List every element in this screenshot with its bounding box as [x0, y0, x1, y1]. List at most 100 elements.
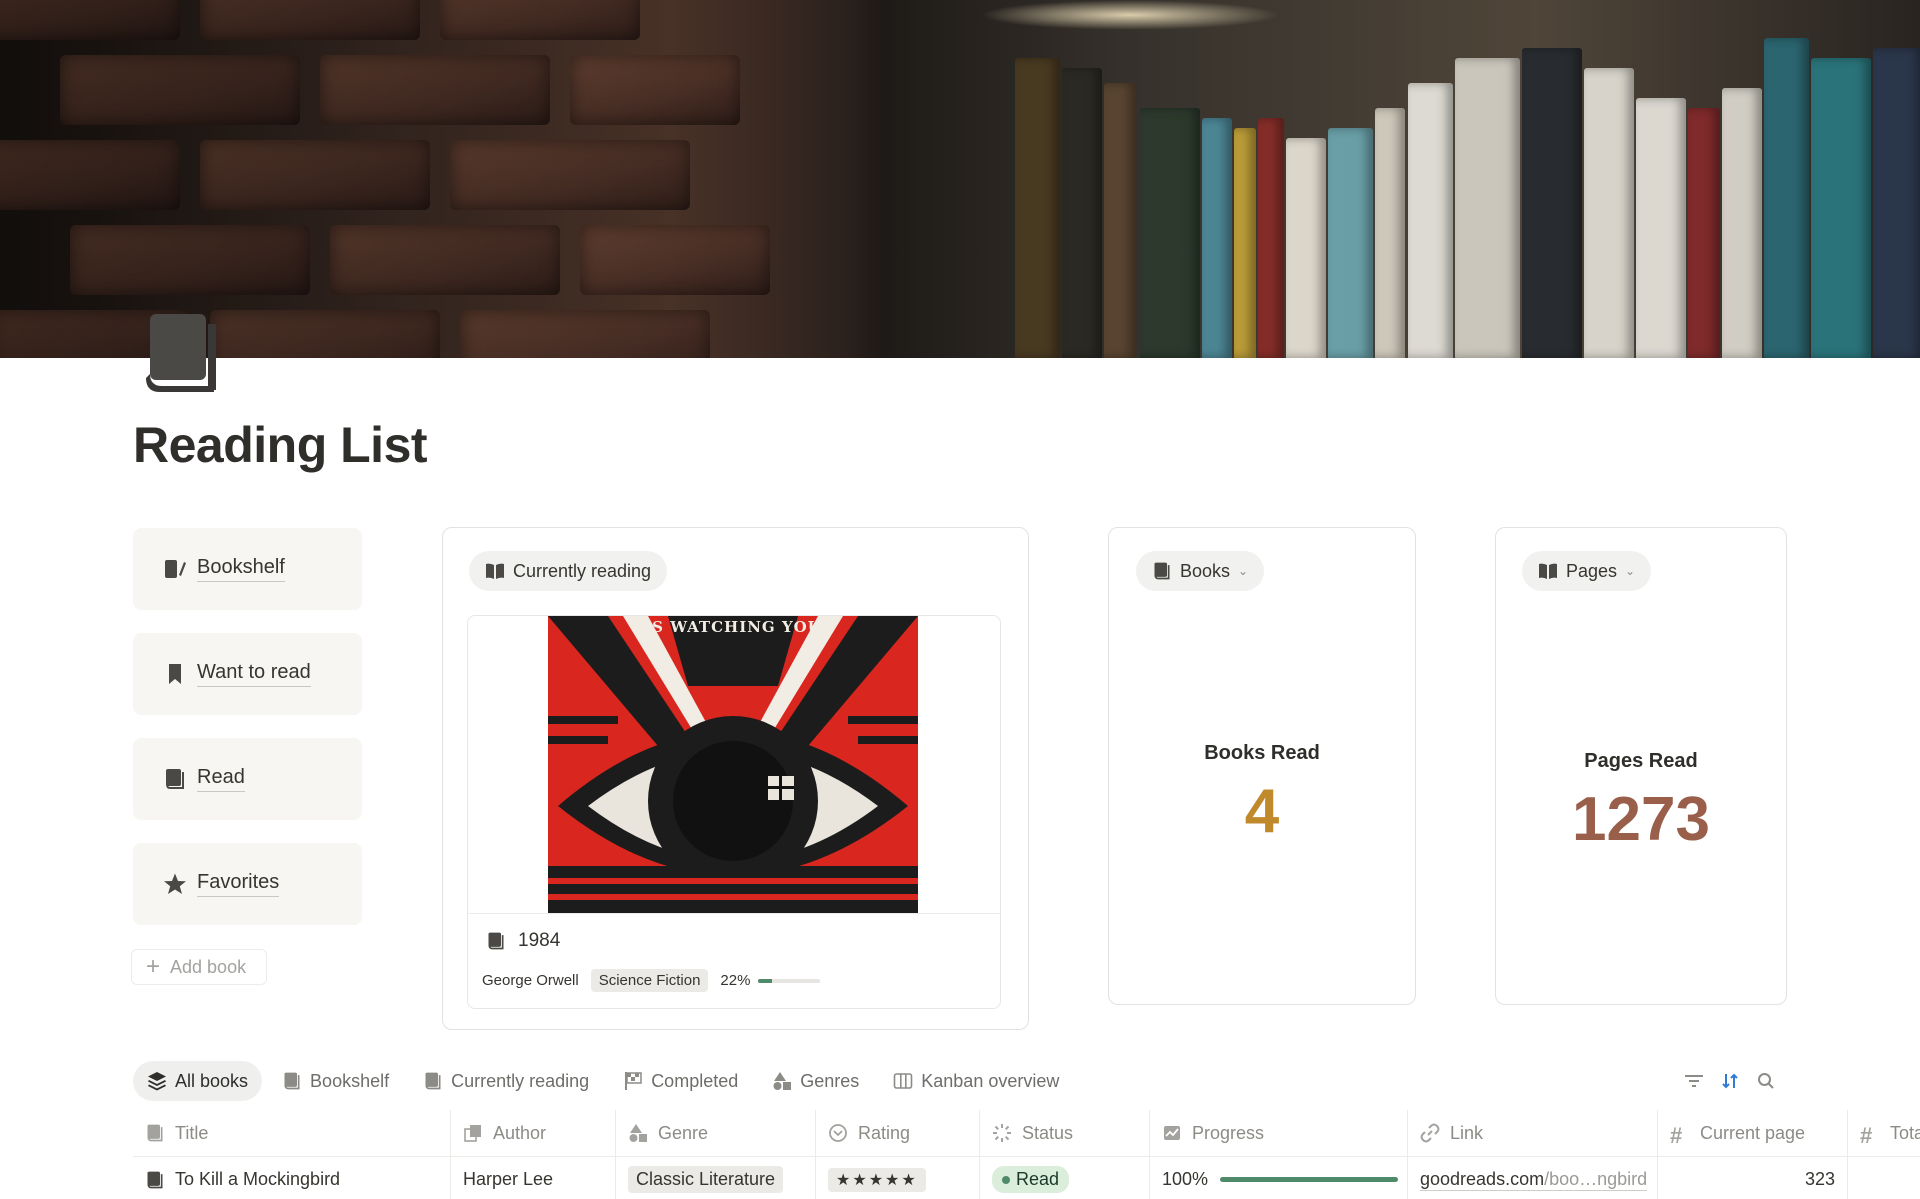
- books-view-pill[interactable]: Books ⌄: [1136, 551, 1265, 591]
- chart-icon: [1162, 1123, 1182, 1143]
- cell-current-page[interactable]: 323: [1658, 1157, 1848, 1199]
- book-title: 1984: [518, 930, 561, 951]
- cell-title[interactable]: To Kill a Mockingbird: [133, 1157, 451, 1199]
- pages-read-value: 1273: [1572, 785, 1710, 854]
- book-icon: [163, 767, 187, 791]
- filter-icon[interactable]: [1683, 1070, 1705, 1092]
- cover-caption: IS WATCHING YOU: [644, 618, 822, 636]
- column-header-rating[interactable]: Rating: [816, 1110, 980, 1156]
- pages-stat-widget: Pages ⌄ Pages Read 1273: [1495, 527, 1787, 1005]
- column-header-total[interactable]: # Tota: [1848, 1110, 1920, 1156]
- cell-status[interactable]: Read: [980, 1157, 1150, 1199]
- column-label: Current page: [1700, 1122, 1806, 1143]
- column-label: Link: [1450, 1122, 1484, 1143]
- books-read-label: Books Read: [1204, 742, 1320, 764]
- status-icon: [992, 1123, 1012, 1143]
- column-label: Genre: [658, 1122, 709, 1143]
- book-cover-image: IS WATCHING YOU: [548, 616, 918, 913]
- book-title-row: 1984: [486, 930, 560, 952]
- shapes-icon: [628, 1123, 648, 1143]
- page-title: Reading List: [133, 417, 428, 473]
- currently-reading-view-pill[interactable]: Currently reading: [469, 551, 668, 591]
- page-cover-image: [0, 0, 1920, 358]
- book-icon: [1152, 561, 1172, 581]
- status-label: Read: [1016, 1169, 1060, 1189]
- column-header-author[interactable]: Author: [451, 1110, 616, 1156]
- view-toolbar: [1683, 1070, 1791, 1092]
- book-progress-label: 22%: [720, 972, 751, 989]
- tab-label: All books: [175, 1070, 249, 1091]
- pill-label: Currently reading: [513, 560, 652, 581]
- tab-label: Genres: [800, 1070, 860, 1091]
- plus-icon: +: [146, 953, 161, 980]
- tab-label: Kanban overview: [921, 1070, 1060, 1091]
- open-book-icon: [485, 561, 505, 581]
- tab-kanban-overview[interactable]: Kanban overview: [879, 1061, 1073, 1101]
- status-dot: [1002, 1175, 1010, 1184]
- link-icon: [1420, 1123, 1440, 1143]
- row-author: Harper Lee: [463, 1169, 554, 1189]
- books-read-value: 4: [1244, 777, 1280, 846]
- link-domain[interactable]: goodreads.com: [1420, 1169, 1545, 1191]
- nav-want-to-read[interactable]: Want to read: [133, 633, 362, 715]
- add-book-button[interactable]: + Add book: [131, 949, 267, 985]
- nav-favorites[interactable]: Favorites: [133, 843, 362, 925]
- star-icon: [163, 872, 187, 896]
- number-icon: #: [1860, 1123, 1873, 1148]
- tab-completed[interactable]: Completed: [609, 1061, 752, 1101]
- tab-genres[interactable]: Genres: [758, 1061, 873, 1101]
- cell-genre[interactable]: Classic Literature: [616, 1157, 816, 1199]
- table-row[interactable]: To Kill a Mockingbird Harper Lee Classic…: [133, 1156, 1920, 1199]
- column-label: Author: [493, 1122, 547, 1143]
- column-header-current-page[interactable]: # Current page: [1658, 1110, 1848, 1156]
- nav-bookshelf[interactable]: Bookshelf: [133, 528, 362, 610]
- tab-bookshelf[interactable]: Bookshelf: [268, 1061, 403, 1101]
- book-icon: [486, 931, 506, 951]
- layers-icon: [147, 1071, 167, 1091]
- column-label: Title: [175, 1122, 209, 1143]
- column-header-title[interactable]: Title: [133, 1110, 451, 1156]
- pill-label: Books: [1180, 560, 1231, 581]
- sort-icon[interactable]: [1719, 1070, 1741, 1092]
- tab-currently-reading[interactable]: Currently reading: [409, 1061, 603, 1101]
- search-icon[interactable]: [1755, 1070, 1777, 1092]
- add-book-label: Add book: [170, 956, 247, 977]
- book-icon: [145, 1170, 165, 1190]
- cell-total[interactable]: [1848, 1157, 1920, 1199]
- checkered-flag-icon: [623, 1071, 643, 1091]
- open-book-icon: [1538, 561, 1558, 581]
- column-label: Progress: [1192, 1122, 1265, 1143]
- tab-label: Completed: [651, 1070, 739, 1091]
- cell-progress[interactable]: 100%: [1150, 1157, 1408, 1199]
- progress-label: 100%: [1162, 1169, 1209, 1189]
- cell-link[interactable]: goodreads.com/boo…ngbird: [1408, 1157, 1658, 1199]
- column-header-link[interactable]: Link: [1408, 1110, 1658, 1156]
- books-stat-widget: Books ⌄ Books Read 4: [1108, 527, 1416, 1005]
- tab-all-books[interactable]: All books: [133, 1061, 263, 1101]
- column-label: Rating: [858, 1122, 911, 1143]
- column-header-genre[interactable]: Genre: [616, 1110, 816, 1156]
- pages-view-pill[interactable]: Pages ⌄: [1522, 551, 1652, 591]
- cell-rating[interactable]: ★★★★★: [816, 1157, 980, 1199]
- page-book-icon[interactable]: [146, 314, 218, 392]
- book-author: George Orwell: [482, 972, 579, 989]
- board-icon: [893, 1071, 913, 1091]
- link-path[interactable]: /boo…ngbird: [1544, 1169, 1648, 1191]
- nav-label: Want to read: [197, 661, 311, 687]
- tab-label: Bookshelf: [310, 1070, 390, 1091]
- table-header: Title Author Genre Rating Status Progres…: [133, 1110, 1920, 1156]
- book-card-1984[interactable]: IS WATCHING YOU 1984 George Orwell Scien…: [467, 615, 1001, 1009]
- column-header-progress[interactable]: Progress: [1150, 1110, 1408, 1156]
- books-table: Title Author Genre Rating Status Progres…: [133, 1110, 1920, 1199]
- pages-read-label: Pages Read: [1584, 750, 1698, 772]
- nav-read[interactable]: Read: [133, 738, 362, 820]
- database-view-tabs: All books Bookshelf Currently reading Co…: [133, 1061, 1079, 1101]
- column-header-status[interactable]: Status: [980, 1110, 1150, 1156]
- number-icon: #: [1670, 1123, 1683, 1148]
- select-icon: [828, 1123, 848, 1143]
- current-page-value: 323: [1804, 1169, 1835, 1189]
- book-pen-icon: [163, 557, 187, 581]
- book-icon: [282, 1071, 302, 1091]
- cell-author[interactable]: Harper Lee: [451, 1157, 616, 1199]
- column-label: Tota: [1890, 1122, 1920, 1143]
